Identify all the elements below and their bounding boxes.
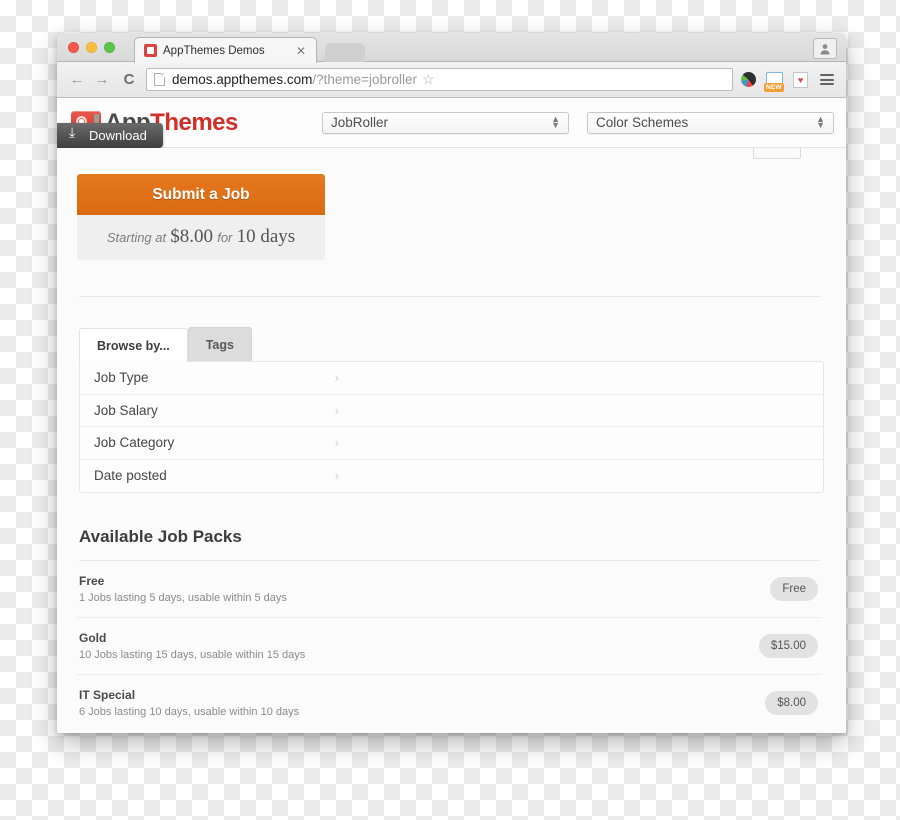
submit-job-pricing-note: Starting at $8.00 for 10 days	[77, 215, 325, 250]
browse-row-label: Date posted	[94, 468, 167, 484]
note-price: $8.00	[170, 226, 214, 247]
back-button[interactable]: ←	[66, 69, 88, 91]
browse-row-label: Job Salary	[94, 402, 158, 418]
pack-info: IT Special 6 Jobs lasting 10 days, usabl…	[79, 688, 299, 718]
address-bar[interactable]: demos.appthemes.com/?theme=jobroller ☆	[146, 68, 733, 91]
heart-icon[interactable]: ♥	[790, 69, 811, 90]
pack-info: Gold 10 Jobs lasting 15 days, usable wit…	[79, 631, 305, 661]
submit-job-button[interactable]: Submit a Job	[77, 174, 325, 215]
pack-price-badge[interactable]: $15.00	[758, 634, 818, 658]
submit-job-card: Submit a Job Starting at $8.00 for 10 da…	[77, 174, 325, 260]
pack-info: Free 1 Jobs lasting 5 days, usable withi…	[79, 574, 287, 604]
pack-name: Free	[79, 574, 105, 588]
chevron-updown-icon: ▲▼	[551, 117, 560, 130]
chevron-right-icon: ›	[334, 435, 339, 451]
theme-select-value: JobRoller	[331, 115, 389, 130]
reload-button[interactable]: C	[118, 69, 140, 91]
pack-row-it-special[interactable]: IT Special 6 Jobs lasting 10 days, usabl…	[77, 675, 822, 731]
new-tab-button[interactable]	[324, 43, 366, 62]
pack-row-gold[interactable]: Gold 10 Jobs lasting 15 days, usable wit…	[77, 618, 822, 675]
browse-row-date-posted[interactable]: Date posted ›	[80, 460, 823, 493]
browser-tab[interactable]: AppThemes Demos ✕	[134, 37, 317, 63]
forward-button[interactable]: →	[91, 69, 113, 91]
tab-tags[interactable]: Tags	[187, 327, 252, 361]
url-path: /?theme=jobroller	[312, 72, 418, 87]
pack-row-free[interactable]: Free 1 Jobs lasting 5 days, usable withi…	[77, 561, 822, 618]
color-scheme-select[interactable]: Color Schemes ▲▼	[587, 111, 834, 134]
color-scheme-select-value: Color Schemes	[596, 115, 689, 130]
url-text: demos.appthemes.com/?theme=jobroller	[172, 72, 417, 87]
new-badge-icon[interactable]	[764, 69, 785, 92]
header-selects: JobRoller ▲▼ Color Schemes ▲▼	[322, 111, 846, 134]
pack-name: Gold	[79, 631, 107, 645]
browse-row-job-salary[interactable]: Job Salary ›	[80, 395, 823, 427]
url-host: demos.appthemes.com	[172, 72, 313, 87]
browse-row-label: Job Category	[94, 435, 175, 451]
browser-tab-strip: AppThemes Demos ✕	[57, 33, 846, 63]
appthemes-favicon-icon	[144, 44, 157, 57]
close-window-button[interactable]	[68, 42, 79, 53]
pack-name: IT Special	[79, 688, 136, 702]
maximize-window-button[interactable]	[104, 42, 115, 53]
browse-row-job-type[interactable]: Job Type ›	[80, 362, 823, 395]
browser-toolbar: ← → C demos.appthemes.com/?theme=jobroll…	[57, 62, 846, 98]
tab-browse-by[interactable]: Browse by...	[79, 328, 188, 362]
chevron-right-icon: ›	[334, 468, 339, 484]
pack-description: 6 Jobs lasting 10 days, usable within 10…	[79, 706, 300, 718]
pack-description: 1 Jobs lasting 5 days, usable within 5 d…	[79, 592, 287, 604]
download-label: Download	[89, 128, 147, 143]
download-button[interactable]: Download	[57, 123, 163, 148]
person-icon	[820, 43, 830, 54]
color-circle-icon[interactable]	[738, 69, 759, 90]
window-controls	[68, 42, 115, 53]
profile-button[interactable]	[813, 38, 837, 59]
browse-panel: Job Type › Job Salary › Job Category › D…	[79, 361, 824, 493]
browse-tabs: Browse by... Tags	[79, 327, 822, 362]
download-icon	[69, 125, 82, 142]
browse-row-job-category[interactable]: Job Category ›	[80, 427, 823, 460]
theme-select[interactable]: JobRoller ▲▼	[322, 111, 569, 134]
available-job-packs-title: Available Job Packs	[79, 527, 242, 546]
pack-description: 10 Jobs lasting 15 days, usable within 1…	[79, 649, 306, 661]
divider	[79, 296, 820, 297]
page-content: Submit a Job Starting at $8.00 for 10 da…	[57, 148, 846, 733]
minimize-window-button[interactable]	[86, 42, 97, 53]
bookmark-star-icon[interactable]: ☆	[417, 71, 440, 88]
note-prefix: Starting at	[106, 230, 167, 245]
note-days: 10 days	[236, 226, 296, 247]
pack-price-badge[interactable]: $8.00	[765, 691, 818, 715]
browse-row-label: Job Type	[94, 370, 149, 386]
note-mid: for	[217, 230, 233, 245]
pack-price-badge[interactable]: Free	[770, 577, 818, 601]
close-tab-icon[interactable]: ✕	[292, 45, 310, 57]
logo-themes-text: Themes	[150, 108, 238, 136]
chevron-right-icon: ›	[334, 402, 339, 418]
browser-menu-button[interactable]	[817, 74, 837, 85]
tab-title: AppThemes Demos	[163, 44, 265, 57]
site-header: AppThemes JobRoller ▲▼ Color Schemes ▲▼ …	[57, 98, 846, 148]
chevron-right-icon: ›	[334, 370, 339, 386]
clipped-widget	[753, 148, 801, 159]
chevron-updown-icon: ▲▼	[816, 117, 825, 130]
browser-window: AppThemes Demos ✕ ← → C demos.appthemes.…	[57, 33, 846, 733]
page-info-icon	[154, 73, 165, 86]
